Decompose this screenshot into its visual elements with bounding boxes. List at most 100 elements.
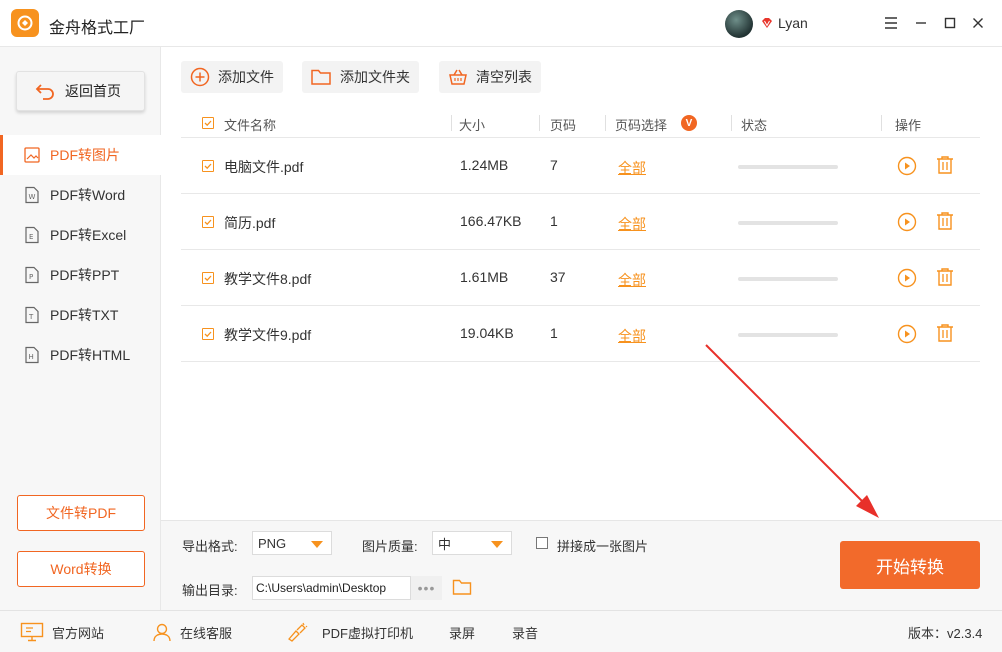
play-icon[interactable] (897, 212, 917, 232)
printer-link[interactable]: PDF虚拟打印机 (286, 611, 413, 652)
svg-text:P: P (29, 273, 33, 281)
trash-icon[interactable] (936, 211, 954, 231)
check-icon (204, 219, 212, 226)
service-link[interactable]: 在线客服 (152, 611, 232, 652)
file-size: 166.47KB (460, 213, 522, 229)
sidebar-item-pdf-to-txt[interactable]: T PDF转TXT (0, 295, 161, 335)
check-icon (204, 163, 212, 170)
printer-brush-icon (288, 622, 308, 642)
trash-icon[interactable] (936, 323, 954, 343)
excel-file-icon: E (25, 226, 39, 244)
page-select-link[interactable]: 全部 (618, 326, 646, 346)
browse-dots-button[interactable]: ••• (410, 576, 442, 600)
website-link[interactable]: 官方网站 (20, 611, 104, 652)
quality-select[interactable]: 中 (432, 531, 512, 555)
quality-value: 中 (438, 536, 452, 552)
open-folder-icon[interactable] (452, 578, 472, 596)
html-file-icon: H (25, 346, 39, 364)
table-header: 文件名称 大小 页码 页码选择 V 状态 操作 (181, 108, 980, 138)
close-button[interactable] (967, 12, 989, 34)
sidebar-item-pdf-to-html[interactable]: H PDF转HTML (0, 335, 161, 375)
sidebar-item-label: PDF转Excel (50, 227, 127, 243)
format-value: PNG (258, 535, 287, 551)
sidebar-item-pdf-to-image[interactable]: PDF转图片 (0, 135, 161, 175)
sidebar-item-pdf-to-ppt[interactable]: P PDF转PPT (0, 255, 161, 295)
trash-icon[interactable] (936, 155, 954, 175)
record-audio-link[interactable]: 录音 (512, 611, 538, 652)
add-folder-button[interactable]: 添加文件夹 (302, 61, 419, 93)
progress-bar (738, 221, 838, 225)
version-text: 版本：v2.3.4 (908, 625, 983, 641)
txt-file-icon: T (25, 306, 39, 324)
footer-bar: 官方网站 在线客服 PDF虚拟打印机 录屏 录音 版本：v2.3.4 (0, 610, 1002, 652)
table-row: 教学文件9.pdf 19.04KB 1 全部 (181, 306, 980, 362)
quality-label: 图片质量: (362, 539, 418, 554)
ppt-file-icon: P (25, 266, 39, 284)
page-select-dropdown-badge[interactable]: V (681, 115, 697, 131)
start-convert-button[interactable]: 开始转换 (840, 541, 980, 589)
website-label: 官方网站 (52, 625, 105, 641)
select-all-checkbox[interactable] (202, 117, 214, 129)
row-checkbox[interactable] (202, 160, 214, 172)
svg-text:E: E (29, 233, 33, 241)
page-select-link[interactable]: 全部 (618, 214, 646, 234)
file-size: 1.61MB (460, 269, 509, 285)
file-name: 教学文件8.pdf (224, 271, 312, 287)
word-file-icon: W (25, 186, 39, 204)
avatar[interactable] (725, 10, 753, 38)
header-status: 状态 (741, 118, 768, 133)
format-select[interactable]: PNG (252, 531, 332, 555)
username[interactable]: Lyan (778, 15, 808, 31)
file-size: 1.24MB (460, 157, 509, 173)
output-dir-label: 输出目录: (182, 583, 238, 598)
sidebar-item-pdf-to-excel[interactable]: E PDF转Excel (0, 215, 161, 255)
header-divider (451, 115, 452, 131)
clear-list-button[interactable]: 清空列表 (439, 61, 541, 93)
page-select-link[interactable]: 全部 (618, 270, 646, 290)
header-divider (605, 115, 606, 131)
row-checkbox[interactable] (202, 272, 214, 284)
add-folder-label: 添加文件夹 (340, 69, 410, 85)
home-button-label: 返回首页 (65, 83, 121, 99)
progress-bar (738, 333, 838, 337)
merge-checkbox[interactable] (536, 537, 548, 549)
file-to-pdf-button[interactable]: 文件转PDF (17, 495, 145, 531)
add-file-button[interactable]: 添加文件 (181, 61, 283, 93)
image-file-icon (24, 147, 40, 163)
trash-icon[interactable] (936, 267, 954, 287)
printer-label: PDF虚拟打印机 (322, 625, 414, 641)
record-screen-link[interactable]: 录屏 (449, 611, 475, 652)
progress-bar (738, 165, 838, 169)
row-checkbox[interactable] (202, 216, 214, 228)
svg-text:T: T (28, 313, 34, 321)
home-button[interactable]: 返回首页 (16, 71, 145, 111)
minimize-button[interactable] (910, 12, 932, 34)
progress-bar (738, 277, 838, 281)
menu-button[interactable] (880, 12, 902, 34)
play-icon[interactable] (897, 156, 917, 176)
header-divider (881, 115, 882, 131)
header-divider (539, 115, 540, 131)
page-select-link[interactable]: 全部 (618, 158, 646, 178)
play-icon[interactable] (897, 268, 917, 288)
sidebar-item-pdf-to-word[interactable]: W PDF转Word (0, 175, 161, 215)
app-title: 金舟格式工厂 (49, 20, 146, 37)
file-name: 教学文件9.pdf (224, 327, 312, 343)
folder-icon (311, 69, 331, 85)
header-actions: 操作 (895, 118, 922, 133)
page-count: 1 (550, 325, 558, 341)
word-convert-button[interactable]: Word转换 (17, 551, 145, 587)
file-name: 电脑文件.pdf (224, 159, 304, 175)
sidebar-item-label: PDF转Word (50, 187, 126, 203)
table-row: 简历.pdf 166.47KB 1 全部 (181, 194, 980, 250)
header-page-select: 页码选择 (615, 118, 668, 133)
check-icon (204, 120, 212, 127)
file-name: 简历.pdf (224, 215, 276, 231)
row-checkbox[interactable] (202, 328, 214, 340)
sidebar: 返回首页 PDF转图片 W PDF转Word E PDF转Excel P PDF… (0, 47, 161, 610)
play-icon[interactable] (897, 324, 917, 344)
svg-text:W: W (29, 193, 36, 201)
sidebar-item-label: PDF转图片 (50, 147, 120, 163)
maximize-button[interactable] (939, 12, 961, 34)
app-logo-icon (11, 9, 39, 37)
